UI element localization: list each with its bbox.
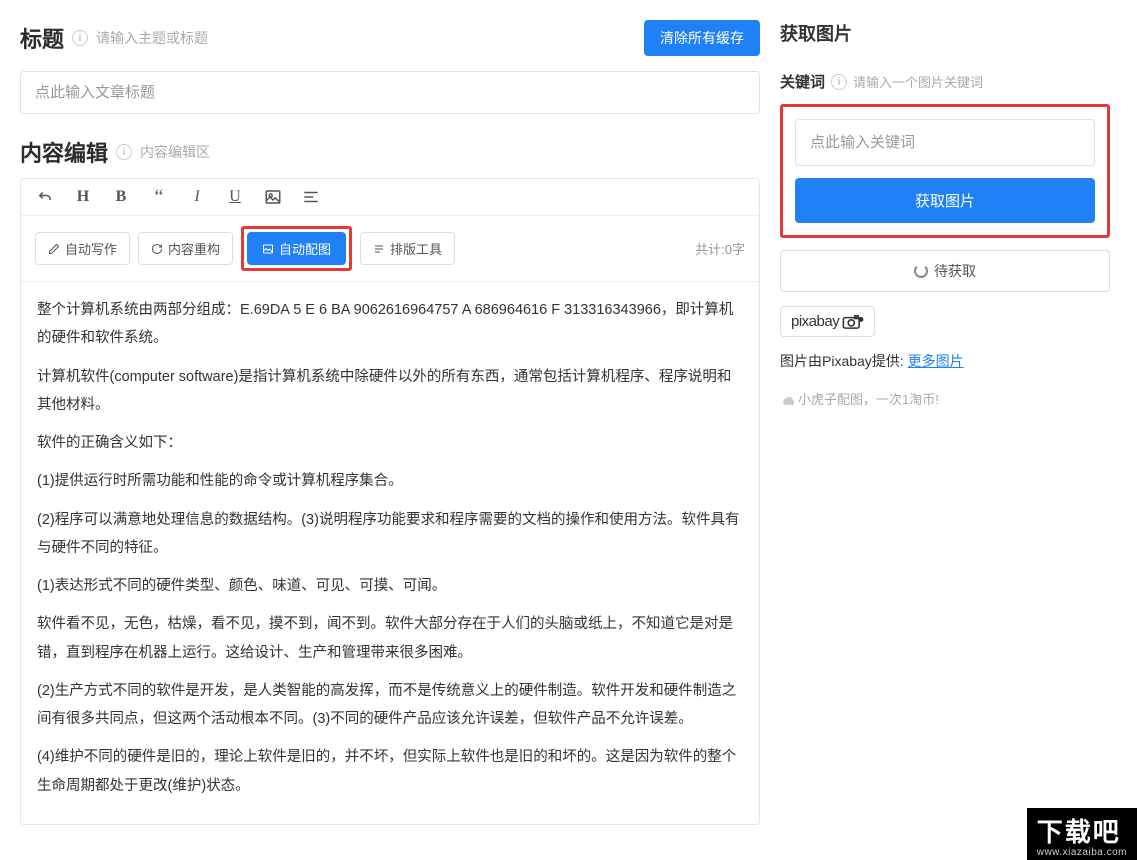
layout-tool-button[interactable]: 排版工具 — [360, 232, 455, 265]
editor-section-header: 内容编辑 i 内容编辑区 — [20, 136, 760, 168]
sidebar-title: 获取图片 — [780, 20, 1110, 46]
keyword-input[interactable] — [795, 119, 1095, 166]
pixabay-text: pixabay — [791, 313, 839, 330]
align-left-icon[interactable] — [301, 187, 321, 207]
refresh-icon — [151, 243, 163, 255]
paragraph: 软件看不见，无色，枯燥，看不见，摸不到，闻不到。软件大部分存在于人们的头脑或纸上… — [37, 610, 743, 667]
keyword-label: 关键词 — [780, 71, 825, 92]
undo-icon[interactable] — [35, 187, 55, 207]
camera-icon — [842, 315, 864, 329]
paragraph: 软件的正确含义如下： — [37, 429, 743, 457]
underline-icon[interactable]: U — [225, 187, 245, 207]
word-count: 共计:0字 — [695, 239, 745, 258]
pending-label: 待获取 — [934, 261, 976, 281]
auto-write-label: 自动写作 — [65, 239, 117, 258]
watermark-url: www.xiazaiba.com — [1037, 847, 1127, 858]
italic-icon[interactable]: I — [187, 187, 207, 207]
clear-cache-button[interactable]: 清除所有缓存 — [644, 20, 760, 56]
paragraph: (2)生产方式不同的软件是开发，是人类智能的高发挥，而不是传统意义上的硬件制造。… — [37, 677, 743, 734]
restructure-label: 内容重构 — [168, 239, 220, 258]
paragraph: (4)维护不同的硬件是旧的，理论上软件是旧的，并不坏，但实际上软件也是旧的和坏的… — [37, 743, 743, 800]
picture-icon — [262, 243, 274, 255]
editor-label: 内容编辑 — [20, 136, 108, 168]
article-title-input[interactable] — [20, 71, 760, 114]
highlight-auto-image: 自动配图 — [241, 226, 352, 271]
footer-note-text: 小虎子配图，一次1淘币! — [798, 389, 939, 408]
keyword-hint: 请输入一个图片关键词 — [853, 72, 983, 91]
cloud-icon — [780, 392, 794, 406]
main-column: 标题 i 请输入主题或标题 清除所有缓存 内容编辑 i 内容编辑区 H B “ … — [20, 20, 760, 825]
title-label: 标题 — [20, 22, 64, 54]
layout-tool-label: 排版工具 — [390, 239, 442, 258]
quote-icon[interactable]: “ — [149, 187, 169, 207]
editor-hint: 内容编辑区 — [140, 142, 210, 162]
info-icon: i — [831, 74, 847, 90]
pixabay-badge: pixabay — [780, 306, 875, 337]
keyword-header: 关键词 i 请输入一个图片关键词 — [780, 71, 1110, 92]
paragraph: 计算机软件(computer software)是指计算机系统中除硬件以外的所有… — [37, 363, 743, 420]
paragraph: (1)提供运行时所需功能和性能的命令或计算机程序集合。 — [37, 467, 743, 495]
heading-icon[interactable]: H — [73, 187, 93, 207]
editor-content[interactable]: 整个计算机系统由两部分组成：E.69DA 5 E 6 BA 9062616964… — [21, 282, 759, 824]
layout-icon — [373, 243, 385, 255]
spinner-icon — [914, 264, 928, 278]
bold-icon[interactable]: B — [111, 187, 131, 207]
more-images-link[interactable]: 更多图片 — [908, 353, 964, 369]
highlight-keyword-panel: 获取图片 — [780, 104, 1110, 238]
footer-note: 小虎子配图，一次1淘币! — [780, 389, 1110, 408]
info-icon: i — [72, 30, 88, 46]
action-toolbar: 自动写作 内容重构 自动配图 排版工具 — [21, 216, 759, 282]
paragraph: 整个计算机系统由两部分组成：E.69DA 5 E 6 BA 9062616964… — [37, 296, 743, 353]
watermark: 下载吧 www.xiazaiba.com — [1027, 808, 1137, 860]
editor-block: H B “ I U 自动写作 内容重构 — [20, 178, 760, 825]
fetch-image-button[interactable]: 获取图片 — [795, 178, 1095, 223]
auto-image-label: 自动配图 — [279, 239, 331, 258]
paragraph: (1)表达形式不同的硬件类型、颜色、味道、可见、可摸、可闻。 — [37, 572, 743, 600]
restructure-button[interactable]: 内容重构 — [138, 232, 233, 265]
credit-line: 图片由Pixabay提供: 更多图片 — [780, 351, 1110, 371]
format-toolbar: H B “ I U — [21, 179, 759, 216]
info-icon: i — [116, 144, 132, 160]
image-icon[interactable] — [263, 187, 283, 207]
auto-write-button[interactable]: 自动写作 — [35, 232, 130, 265]
sidebar: 获取图片 关键词 i 请输入一个图片关键词 获取图片 待获取 pixabay 图… — [780, 20, 1110, 825]
title-section-header: 标题 i 请输入主题或标题 清除所有缓存 — [20, 20, 760, 56]
credit-text: 图片由Pixabay提供: — [780, 353, 908, 369]
auto-image-button[interactable]: 自动配图 — [247, 232, 346, 265]
pencil-icon — [48, 243, 60, 255]
title-hint: 请输入主题或标题 — [96, 28, 208, 48]
paragraph: (2)程序可以满意地处理信息的数据结构。(3)说明程序功能要求和程序需要的文档的… — [37, 506, 743, 563]
pending-button[interactable]: 待获取 — [780, 250, 1110, 292]
watermark-text: 下载吧 — [1037, 812, 1127, 849]
